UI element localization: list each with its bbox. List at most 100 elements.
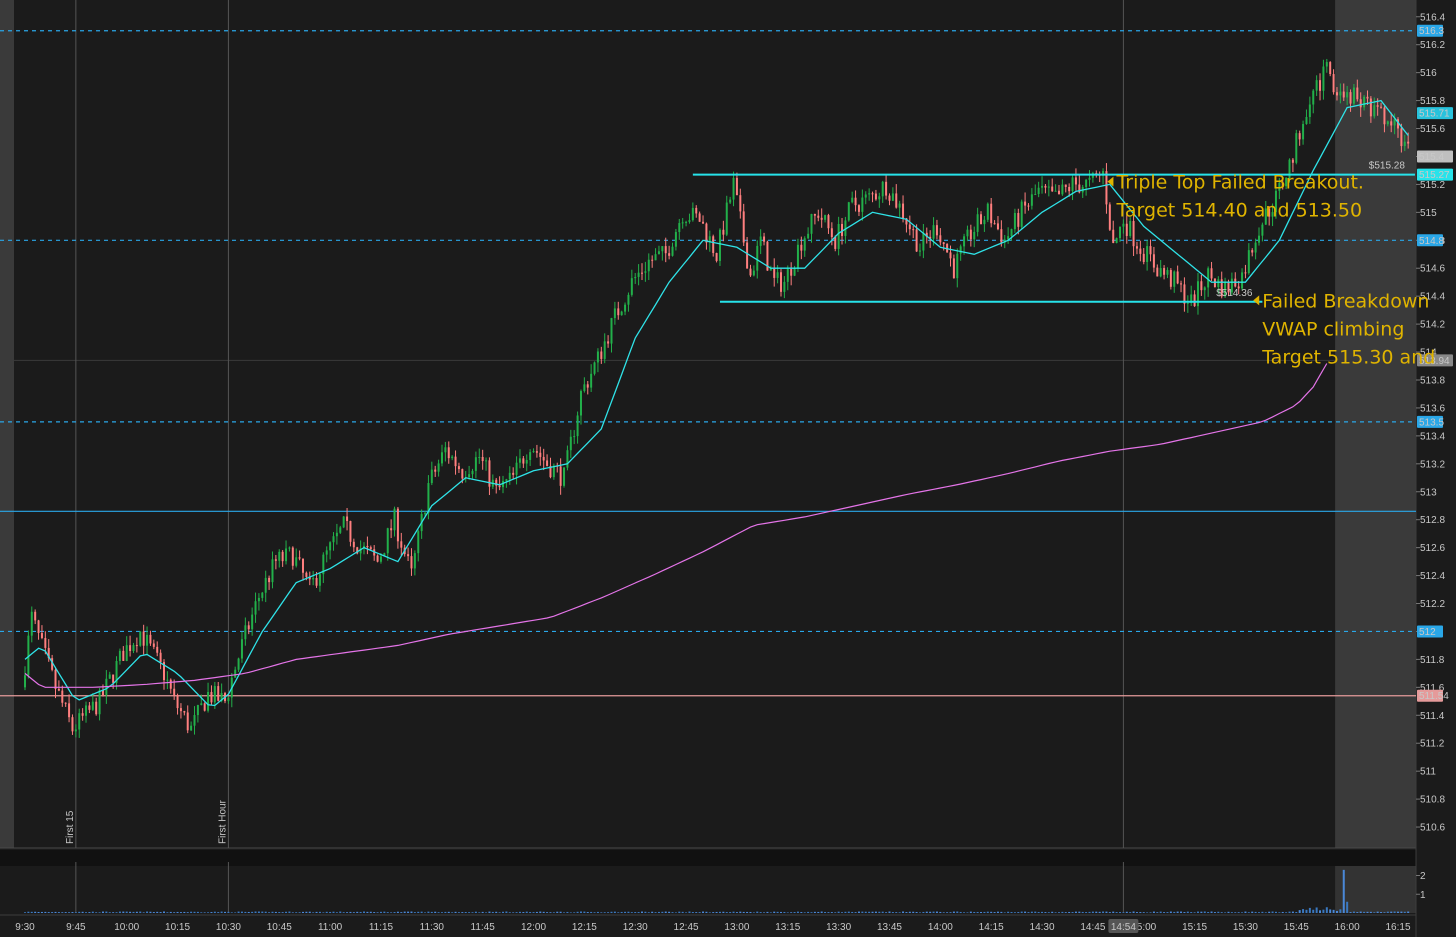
volume-bar: [112, 912, 115, 913]
x-tick-label: 10:45: [267, 922, 292, 933]
trading-chart[interactable]: 516.4 516.2 516 515.8 515.6 515.4 515.2 515 514.…: [0, 0, 1456, 937]
candle-body: [912, 229, 915, 231]
volume-bar: [1393, 911, 1396, 913]
drawn-level-label: $515.28: [1369, 161, 1406, 172]
volume-bar: [878, 911, 881, 913]
volume-bar: [976, 911, 979, 913]
volume-bar: [54, 911, 57, 913]
volume-bar: [932, 911, 935, 913]
volume-bar: [607, 912, 610, 913]
volume-bar: [1142, 912, 1145, 913]
candle-body: [413, 553, 416, 569]
volume-bar: [291, 912, 294, 913]
candle-body: [1105, 171, 1108, 205]
volume-bar: [691, 912, 694, 913]
volume-bar: [1281, 911, 1284, 913]
y-tick-label: 513.4: [1420, 431, 1445, 442]
volume-bar: [139, 911, 142, 913]
candle-body: [457, 466, 460, 470]
candle-body: [657, 251, 660, 255]
candle-body: [593, 362, 596, 374]
volume-bar: [352, 912, 355, 913]
volume-bar: [166, 912, 169, 913]
volume-bar: [749, 911, 752, 913]
volume-bar: [1308, 907, 1311, 913]
volume-bar: [1146, 912, 1149, 913]
volume-bar: [637, 912, 640, 913]
candle-body: [166, 679, 169, 681]
volume-tick-label: 2: [1420, 871, 1426, 882]
volume-bar: [329, 911, 332, 913]
candle-body: [749, 268, 752, 276]
volume-bar: [1112, 911, 1115, 913]
volume-bar: [1380, 912, 1383, 913]
volume-bar: [973, 911, 976, 913]
volume-bar: [495, 911, 498, 913]
candle-body: [325, 550, 328, 555]
candle-body: [647, 259, 650, 272]
volume-bar: [1346, 901, 1349, 913]
volume-bar: [444, 911, 447, 913]
candle-body: [1322, 66, 1325, 91]
volume-bar: [396, 911, 399, 913]
volume-bar: [752, 912, 755, 913]
candle-body: [810, 213, 813, 234]
chart-svg[interactable]: 516.4 516.2 516 515.8 515.6 515.4 515.2 515 514.…: [0, 0, 1456, 937]
candle-body: [661, 246, 664, 252]
candle-body: [407, 554, 410, 557]
candle-body: [1047, 186, 1050, 188]
candle-body: [868, 193, 871, 195]
candle-body: [895, 193, 898, 208]
candle-body: [1383, 107, 1386, 125]
volume-bar: [366, 911, 369, 913]
x-tick-label: 9:45: [66, 922, 86, 933]
candle-body: [935, 225, 938, 236]
volume-bar: [122, 911, 125, 913]
candle-body: [563, 467, 566, 486]
volume-bar: [430, 911, 433, 913]
volume-bar: [1288, 911, 1291, 913]
volume-bar: [413, 912, 416, 913]
candle-body: [1030, 194, 1033, 206]
volume-bar: [868, 911, 871, 913]
volume-bar: [800, 912, 803, 913]
y-tick-label: 514.2: [1420, 320, 1445, 331]
volume-bar: [468, 912, 471, 913]
candle-body: [1386, 121, 1389, 125]
volume-bar: [129, 911, 132, 913]
volume-bar: [569, 912, 572, 913]
volume-bar: [563, 912, 566, 913]
candle-body: [444, 447, 447, 453]
volume-bar: [790, 912, 793, 913]
candle-body: [24, 675, 26, 688]
volume-bar: [512, 912, 515, 913]
volume-bar: [624, 911, 627, 913]
volume-bar: [179, 912, 182, 913]
volume-bar: [708, 912, 711, 913]
volume-bar: [335, 912, 338, 913]
volume-tick-label: 1: [1420, 890, 1426, 901]
candle-body: [827, 215, 830, 229]
annotation-text-1: Target 515.30 and: [1261, 346, 1435, 368]
candle-body: [159, 652, 162, 663]
candle-body: [1169, 270, 1172, 287]
volume-bar: [664, 911, 667, 913]
volume-bar: [356, 911, 359, 913]
volume-bar: [1007, 911, 1010, 913]
candle-body: [752, 270, 755, 276]
volume-bar: [464, 912, 467, 913]
volume-bar: [251, 911, 254, 913]
volume-bar: [230, 912, 233, 913]
candle-body: [278, 551, 281, 561]
candle-body: [522, 458, 525, 464]
candle-body: [135, 645, 138, 647]
candle-body: [257, 597, 260, 602]
candle-body: [1319, 80, 1322, 91]
candle-body: [61, 690, 64, 703]
candle-body: [315, 578, 318, 586]
candle-body: [112, 674, 115, 683]
candle-body: [386, 528, 389, 554]
volume-bar: [539, 911, 542, 913]
candle-body: [878, 196, 881, 200]
candle-body: [217, 686, 220, 701]
